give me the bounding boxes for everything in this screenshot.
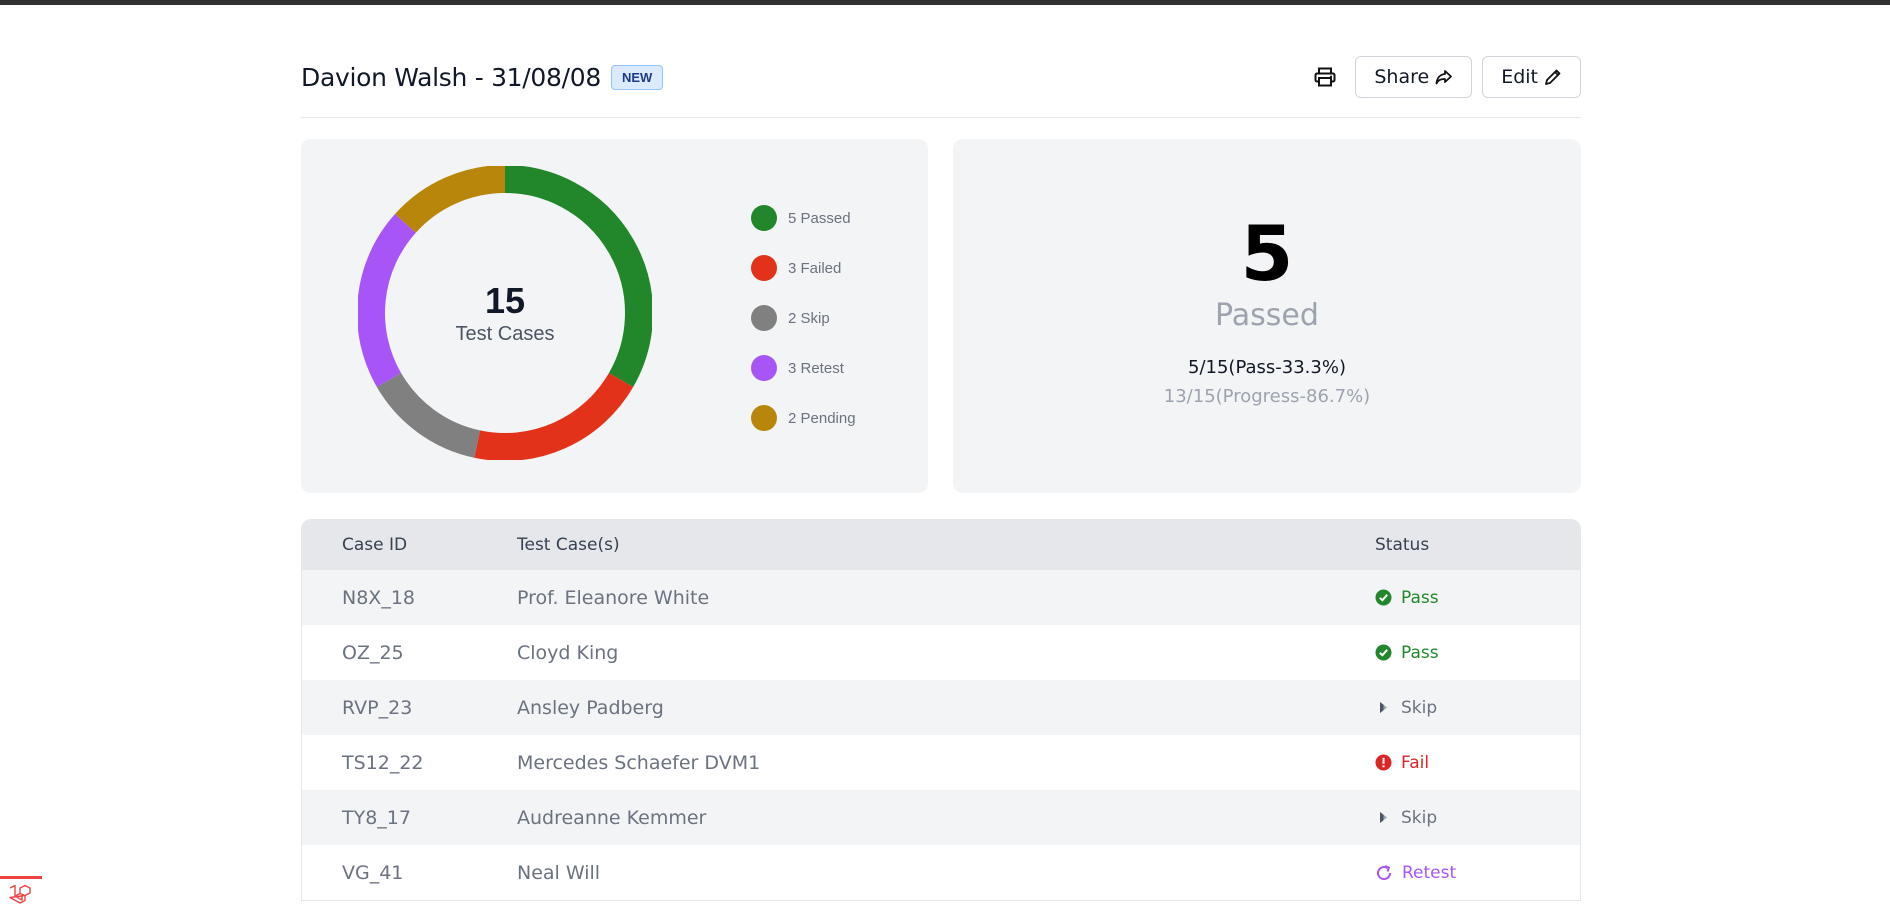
print-button[interactable]	[1305, 57, 1345, 97]
table-row[interactable]: OZ_25 Cloyd King Pass	[302, 625, 1580, 680]
status-label: Fail	[1401, 752, 1430, 773]
test-case-cell: Neal Will	[517, 861, 601, 884]
legend-color-dot	[751, 355, 777, 381]
legend-label: 2 Pending	[788, 409, 856, 427]
share-button[interactable]: Share	[1355, 56, 1473, 98]
test-cases-table: Case ID Test Case(s) Status N8X_18 Prof. …	[301, 519, 1581, 901]
status-label: Pass	[1401, 587, 1439, 608]
legend-label: 3 Retest	[788, 359, 844, 377]
status-label: Skip	[1401, 807, 1438, 828]
case-id-cell: TS12_22	[342, 751, 424, 774]
skip-triangle-icon	[1375, 809, 1392, 826]
progress-stat: 13/15(Progress-86.7%)	[1163, 386, 1371, 407]
table-header: Case ID Test Case(s) Status	[302, 520, 1580, 570]
header-actions: Share Edit	[1305, 56, 1581, 98]
legend-color-dot	[751, 305, 777, 331]
passed-count: 5	[1240, 209, 1294, 298]
status-label: Pass	[1401, 642, 1439, 663]
case-id-cell: TY8_17	[342, 806, 411, 829]
table-row[interactable]: VG_41 Neal Will Retest	[302, 845, 1580, 900]
share-label: Share	[1374, 66, 1430, 88]
printer-icon	[1314, 67, 1336, 87]
status-cell: Fail	[1375, 753, 1580, 773]
case-id-cell: OZ_25	[342, 641, 404, 664]
passed-label: Passed	[1215, 298, 1319, 333]
status-badge: NEW	[610, 65, 664, 90]
case-id-cell: VG_41	[342, 861, 404, 884]
title-group: Davion Walsh - 31/08/08 NEW	[301, 63, 664, 92]
pass-stat: 5/15(Pass-33.3%)	[1188, 357, 1346, 378]
check-circle-icon	[1375, 644, 1392, 661]
table-row[interactable]: TS12_22 Mercedes Schaefer DVM1 Fail	[302, 735, 1580, 790]
legend-color-dot	[751, 205, 777, 231]
test-case-cell: Audreanne Kemmer	[517, 806, 707, 829]
page-container: Davion Walsh - 31/08/08 NEW Share Edit 1…	[301, 5, 1581, 901]
header-status: Status	[1375, 535, 1430, 555]
check-circle-icon	[1375, 589, 1392, 606]
passed-card: 5 Passed 5/15(Pass-33.3%) 13/15(Progress…	[953, 139, 1581, 493]
case-id-cell: RVP_23	[342, 696, 413, 719]
table-row[interactable]: TY8_17 Audreanne Kemmer Skip	[302, 790, 1580, 845]
case-id-cell: N8X_18	[342, 586, 415, 609]
status-cell: Skip	[1375, 808, 1580, 828]
donut-card: 15 Test Cases 5 Passed 3 Failed 2 Skip 3 Re…	[301, 139, 928, 493]
legend-label: 5 Passed	[788, 209, 851, 227]
test-case-cell: Mercedes Schaefer DVM1	[517, 751, 761, 774]
status-cell: Pass	[1375, 643, 1580, 663]
legend-label: 3 Failed	[788, 259, 842, 277]
status-label: Retest	[1402, 862, 1457, 883]
test-case-cell: Cloyd King	[517, 641, 619, 664]
skip-triangle-icon	[1375, 699, 1392, 716]
header-case-id: Case ID	[342, 535, 408, 555]
legend-item: 3 Retest	[751, 343, 856, 393]
edit-button[interactable]: Edit	[1482, 56, 1581, 98]
table-body: N8X_18 Prof. Eleanore White Pass OZ_25 Cloyd…	[302, 570, 1580, 900]
test-case-cell: Prof. Eleanore White	[517, 586, 710, 609]
share-arrow-icon	[1435, 70, 1453, 85]
total-label: Test Cases	[455, 322, 555, 345]
pencil-icon	[1545, 69, 1561, 85]
status-cell: Pass	[1375, 588, 1580, 608]
status-label: Skip	[1401, 697, 1438, 718]
legend-item: 5 Passed	[751, 193, 856, 243]
legend-item: 2 Skip	[751, 293, 856, 343]
chart-legend: 5 Passed 3 Failed 2 Skip 3 Retest 2 Pending	[751, 193, 856, 443]
edit-label: Edit	[1501, 66, 1538, 88]
donut-center: 15 Test Cases	[358, 166, 652, 460]
header-test-case: Test Case(s)	[517, 535, 620, 555]
legend-color-dot	[751, 405, 777, 431]
refresh-icon	[1375, 864, 1393, 882]
exclamation-circle-icon	[1375, 754, 1392, 771]
framework-logo[interactable]	[0, 876, 42, 908]
total-count: 15	[484, 279, 526, 321]
table-row[interactable]: N8X_18 Prof. Eleanore White Pass	[302, 570, 1580, 625]
status-cell: Skip	[1375, 698, 1580, 718]
legend-label: 2 Skip	[788, 309, 830, 327]
test-case-cell: Ansley Padberg	[517, 696, 664, 719]
summary-cards: 15 Test Cases 5 Passed 3 Failed 2 Skip 3 Re…	[301, 139, 1581, 493]
logo-icon	[9, 884, 31, 904]
page-title: Davion Walsh - 31/08/08	[301, 63, 601, 92]
legend-color-dot	[751, 255, 777, 281]
legend-item: 3 Failed	[751, 243, 856, 293]
legend-item: 2 Pending	[751, 393, 856, 443]
page-header: Davion Walsh - 31/08/08 NEW Share Edit	[301, 5, 1581, 118]
table-row[interactable]: RVP_23 Ansley Padberg Skip	[302, 680, 1580, 735]
status-cell: Retest	[1375, 863, 1580, 883]
